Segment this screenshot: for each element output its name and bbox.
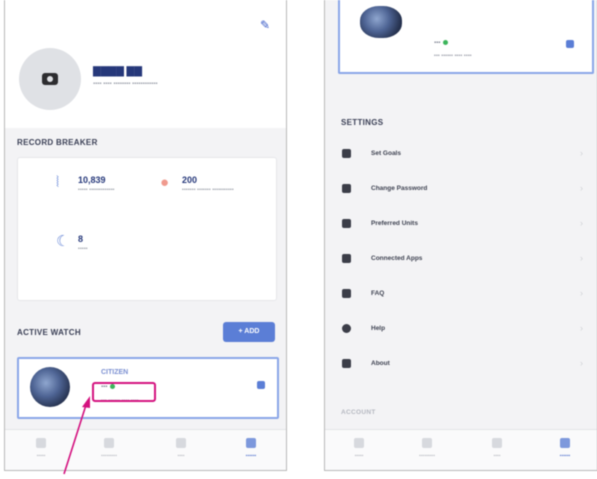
faq-icon: [342, 289, 351, 298]
apps-icon: [342, 254, 351, 263]
help-icon: [342, 324, 351, 333]
home-icon: [354, 438, 364, 448]
chevron-right-icon: ›: [580, 288, 583, 298]
units-icon: [342, 219, 351, 228]
chevron-right-icon: ›: [580, 218, 583, 228]
target-icon: [342, 149, 351, 158]
tab-profile[interactable]: ▪▪▪▪▪▪: [545, 438, 585, 459]
watch-settings-icon[interactable]: [566, 40, 574, 48]
tab-activity[interactable]: ▪▪▪▪▪▪▪▪▪: [407, 438, 447, 459]
settings-item-connected-apps[interactable]: Connected Apps ›: [325, 249, 597, 271]
tab-watch[interactable]: ▪▪▪▪: [477, 438, 517, 459]
settings-heading: SETTINGS: [341, 118, 384, 127]
watch-image: [360, 6, 402, 38]
watch-status: ▪▪▪: [434, 40, 449, 47]
activity-icon: [422, 438, 432, 448]
profile-icon: [560, 438, 570, 448]
watch-icon: [492, 438, 502, 448]
chevron-right-icon: ›: [580, 358, 583, 368]
status-dot-icon: [443, 40, 449, 45]
tab-label: ▪▪▪▪▪▪: [559, 453, 571, 459]
tab-label: ▪▪▪▪▪▪▪▪▪: [419, 453, 435, 459]
active-watch-card[interactable]: ▪▪▪ ▪▪▪ ▪▪▪▪▪▪ ▪▪▪▪ ▪▪▪▪: [338, 0, 594, 74]
settings-item-about[interactable]: About ›: [325, 354, 597, 376]
settings-item-label: Connected Apps: [371, 255, 423, 262]
lock-icon: [342, 184, 351, 193]
account-heading: ACCOUNT: [341, 409, 376, 416]
settings-item-label: Change Password: [371, 185, 428, 192]
settings-screen: ✎ ▪▪▪ ▪▪▪ ▪▪▪▪▪▪ ▪▪▪▪ ▪▪▪▪ SETTINGS Set …: [324, 0, 597, 471]
settings-item-label: Help: [371, 325, 386, 332]
settings-item-faq[interactable]: FAQ ›: [325, 284, 597, 306]
chevron-right-icon: ›: [580, 253, 583, 263]
settings-item-label: Preferred Units: [371, 220, 418, 227]
chevron-right-icon: ›: [580, 323, 583, 333]
settings-item-help[interactable]: Help ›: [325, 319, 597, 341]
watch-sync-text: ▪▪▪ ▪▪▪▪▪▪ ▪▪▪▪ ▪▪▪▪: [434, 53, 472, 59]
chevron-right-icon: ›: [580, 183, 583, 193]
settings-item-label: Set Goals: [371, 150, 401, 157]
settings-item-change-password[interactable]: Change Password ›: [325, 179, 597, 201]
settings-item-set-goals[interactable]: Set Goals ›: [325, 144, 597, 166]
tab-label: ▪▪▪▪▪: [354, 453, 364, 459]
settings-item-label: FAQ: [371, 290, 385, 297]
settings-item-label: About: [371, 360, 390, 367]
about-icon: [342, 359, 351, 368]
tab-bar: ▪▪▪▪▪ ▪▪▪▪▪▪▪▪▪ ▪▪▪▪ ▪▪▪▪▪▪: [325, 429, 597, 470]
tab-home[interactable]: ▪▪▪▪▪: [339, 438, 379, 459]
tab-label: ▪▪▪▪: [493, 453, 501, 459]
settings-item-preferred-units[interactable]: Preferred Units ›: [325, 214, 597, 236]
watch-status-text: ▪▪▪: [434, 40, 441, 47]
chevron-right-icon: ›: [580, 148, 583, 158]
